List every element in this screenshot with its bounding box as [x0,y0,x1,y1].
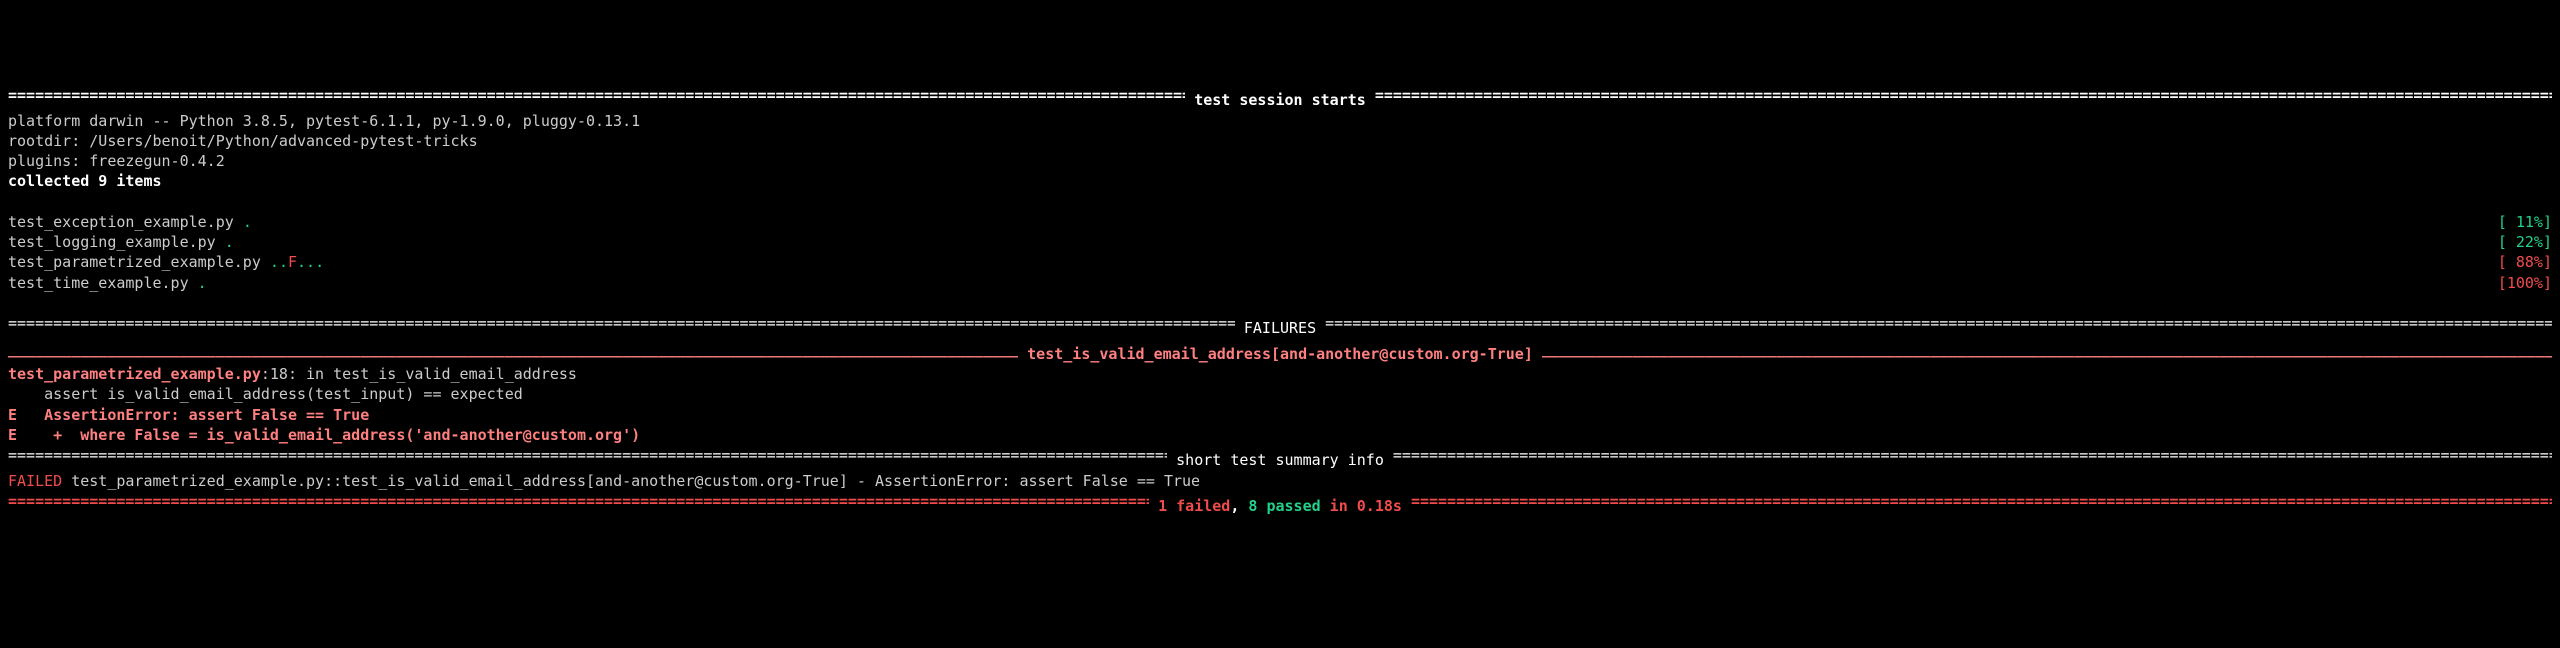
failures-header: FAILURES [8,313,2552,339]
test-file-pct: [ 11%] [2498,212,2552,232]
trace-code-line: assert is_valid_email_address(test_input… [8,384,2552,404]
test-dot: . [297,253,306,271]
plugins-line: plugins: freezegun-0.4.2 [8,151,2552,171]
test-file-name: test_logging_example.py [8,233,225,251]
test-file-pct: [100%] [2498,273,2552,293]
final-sep1: , [1230,497,1248,515]
test-file-name: test_parametrized_example.py [8,253,270,271]
test-file-pct: [ 88%] [2498,252,2552,272]
rootdir-line: rootdir: /Users/benoit/Python/advanced-p… [8,131,2552,151]
assertion-error-line-2: E + where False = is_valid_email_address… [8,425,2552,445]
collected-line: collected 9 items [8,171,2552,191]
session-header-rule-right [1375,85,2552,105]
final-result-label: 1 failed, 8 passed in 0.18s [1149,496,1411,516]
test-file-left: test_exception_example.py . [8,212,252,232]
test-dot: . [279,253,288,271]
test-file-line: test_exception_example.py . [ 11%] [8,212,2552,232]
test-file-left: test_time_example.py . [8,273,207,293]
failures-header-rule-left [8,313,1235,333]
summary-header: short test summary info [8,445,2552,471]
final-failed: 1 failed [1158,497,1230,515]
final-rule-left [8,491,1149,511]
blank-1 [8,192,2552,212]
summary-failed-line: FAILED test_parametrized_example.py::tes… [8,471,2552,491]
test-dot: F [288,253,297,271]
test-file-line: test_logging_example.py . [ 22%] [8,232,2552,252]
test-dot: . [198,274,207,292]
summary-header-rule-left [8,445,1167,465]
final-rule-right [1411,491,2552,511]
session-header: test session starts [8,85,2552,111]
failing-test-rule-left [8,339,1018,359]
final-time: in 0.18s [1330,497,1402,515]
summary-header-label: short test summary info [1167,450,1393,470]
summary-failed-prefix: FAILED [8,472,62,490]
session-header-label: test session starts [1185,90,1375,110]
test-file-name: test_time_example.py [8,274,198,292]
summary-failed-rest: test_parametrized_example.py::test_is_va… [62,472,1200,490]
test-dot: . [270,253,279,271]
platform-line: platform darwin -- Python 3.8.5, pytest-… [8,111,2552,131]
test-dot: . [225,233,234,251]
trace-loc: :18: in test_is_valid_email_address [261,365,577,383]
trace-file: test_parametrized_example.py [8,365,261,383]
test-dot: . [306,253,315,271]
failures-header-rule-right [1325,313,2552,333]
assertion-error-line-1: E AssertionError: assert False == True [8,405,2552,425]
final-sep2 [1321,497,1330,515]
final-passed: 8 passed [1248,497,1320,515]
test-file-pct: [ 22%] [2498,232,2552,252]
session-header-rule-left [8,85,1185,105]
test-dot: . [315,253,324,271]
test-file-left: test_parametrized_example.py ..F... [8,252,324,272]
test-file-left: test_logging_example.py . [8,232,234,252]
failures-header-label: FAILURES [1235,318,1325,338]
test-file-line: test_time_example.py . [100%] [8,273,2552,293]
test-file-line: test_parametrized_example.py ..F...[ 88%… [8,252,2552,272]
failing-test-label: test_is_valid_email_address[and-another@… [1018,344,1542,364]
test-file-name: test_exception_example.py [8,213,243,231]
blank-2 [8,293,2552,313]
failing-test-header: test_is_valid_email_address[and-another@… [8,339,2552,365]
summary-header-rule-right [1393,445,2552,465]
failing-test-rule-right [1542,339,2552,359]
test-dot: . [243,213,252,231]
final-result: 1 failed, 8 passed in 0.18s [8,491,2552,517]
trace-location-line: test_parametrized_example.py:18: in test… [8,364,2552,384]
